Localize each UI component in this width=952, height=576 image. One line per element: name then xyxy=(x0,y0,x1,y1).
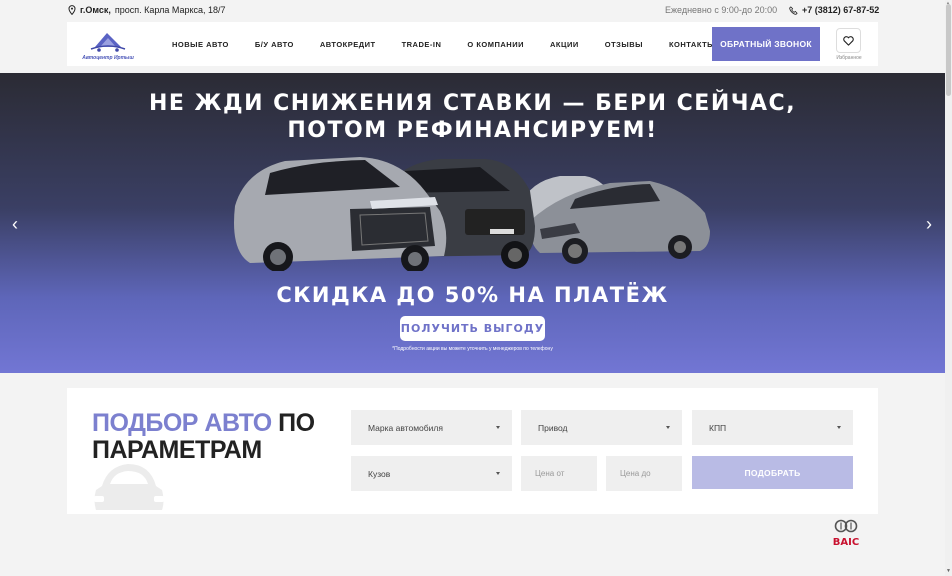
nav-trade-in[interactable]: TRADE-IN xyxy=(402,40,442,49)
address-city: г.Омск, xyxy=(80,5,111,15)
phone-icon xyxy=(789,5,798,15)
logo-emblem-icon xyxy=(90,33,126,52)
address: г.Омск, просп. Карла Маркса, 18/7 xyxy=(68,5,226,15)
nav-contacts[interactable]: КОНТАКТЫ xyxy=(669,40,715,49)
scrollbar-thumb[interactable] xyxy=(946,4,951,96)
chevron-down-icon xyxy=(496,471,500,475)
hero-disclaimer: *Подробности акции вы можете уточнить у … xyxy=(392,346,553,352)
price-to-placeholder: Цена до xyxy=(620,469,651,478)
car-silhouette-icon xyxy=(94,464,164,510)
hero-title-line1: НЕ ЖДИ СНИЖЕНИЯ СТАВКИ — БЕРИ СЕЙЧАС, xyxy=(148,91,797,116)
heart-icon xyxy=(843,35,854,46)
nav-used-cars[interactable]: Б/У АВТО xyxy=(255,40,294,49)
price-to-input[interactable]: Цена до xyxy=(606,456,682,491)
slider-next-arrow-icon[interactable]: › xyxy=(922,215,936,233)
top-info-bar: г.Омск, просп. Карла Маркса, 18/7 Ежедне… xyxy=(0,0,945,22)
filter-title: ПОДБОР АВТО ПО ПАРАМЕТРАМ xyxy=(92,410,315,464)
nav-new-cars[interactable]: НОВЫЕ АВТО xyxy=(172,40,229,49)
site-header: Автоцентр Иртыш НОВЫЕ АВТО Б/У АВТО АВТО… xyxy=(67,22,878,66)
chevron-down-icon xyxy=(496,425,500,429)
brand-logo-text: BAIC xyxy=(833,537,859,548)
location-pin-icon xyxy=(68,5,76,15)
get-benefit-button[interactable]: ПОЛУЧИТЬ ВЫГОДУ xyxy=(400,316,545,341)
chevron-down-icon xyxy=(666,425,670,429)
nav-reviews[interactable]: ОТЗЫВЫ xyxy=(605,40,643,49)
drive-select[interactable]: Привод xyxy=(521,410,682,445)
phone-link[interactable]: +7 (3812) 67-87-52 xyxy=(789,5,879,15)
search-submit-button[interactable]: ПОДОБРАТЬ xyxy=(692,456,853,489)
chevron-down-icon xyxy=(837,425,841,429)
hero-title: НЕ ЖДИ СНИЖЕНИЯ СТАВКИ — БЕРИ СЕЙЧАС, ПО… xyxy=(0,90,945,144)
filter-title-line2: ПАРАМЕТРАМ xyxy=(92,436,262,464)
site-logo[interactable]: Автоцентр Иртыш xyxy=(81,27,135,61)
brand-select-value: Марка автомобиля xyxy=(368,422,443,433)
callback-button[interactable]: ОБРАТНЫЙ ЗВОНОК xyxy=(712,27,820,61)
price-from-input[interactable]: Цена от xyxy=(521,456,597,491)
phone-number: +7 (3812) 67-87-52 xyxy=(802,5,880,15)
car-filter-panel: ПОДБОР АВТО ПО ПАРАМЕТРАМ Марка автомоби… xyxy=(67,388,878,514)
brand-select[interactable]: Марка автомобиля xyxy=(351,410,512,445)
gearbox-select-value: КПП xyxy=(709,422,727,433)
hero-banner: НЕ ЖДИ СНИЖЕНИЯ СТАВКИ — БЕРИ СЕЙЧАС, ПО… xyxy=(0,73,945,373)
scroll-down-icon[interactable]: ▼ xyxy=(946,568,951,574)
baic-logo-icon: BAIC xyxy=(833,519,859,548)
hero-title-line2: ПОТОМ РЕФИНАНСИРУЕМ! xyxy=(287,118,658,143)
brand-logo-baic[interactable]: BAIC xyxy=(828,518,864,548)
body-type-select-value: Кузов xyxy=(368,468,391,479)
working-hours: Ежедневно с 9:00-до 20:00 xyxy=(665,5,778,15)
nav-auto-credit[interactable]: АВТОКРЕДИТ xyxy=(320,40,376,49)
price-from-placeholder: Цена от xyxy=(535,469,565,478)
gearbox-select[interactable]: КПП xyxy=(692,410,853,445)
body-type-select[interactable]: Кузов xyxy=(351,456,512,491)
main-nav: НОВЫЕ АВТО Б/У АВТО АВТОКРЕДИТ TRADE-IN … xyxy=(172,40,715,49)
page-scrollbar[interactable]: ▲ ▼ xyxy=(945,0,952,576)
favorites-label: Избранное xyxy=(836,55,862,61)
filter-title-rest: ПО xyxy=(271,409,315,437)
nav-promotions[interactable]: АКЦИИ xyxy=(550,40,579,49)
filter-title-accent: ПОДБОР АВТО xyxy=(92,409,272,437)
hero-subtitle: СКИДКА ДО 50% НА ПЛАТЁЖ xyxy=(276,283,669,307)
nav-about[interactable]: О КОМПАНИИ xyxy=(467,40,524,49)
drive-select-value: Привод xyxy=(538,422,568,433)
address-street: просп. Карла Маркса, 18/7 xyxy=(114,5,226,15)
favorites-button[interactable] xyxy=(836,28,861,53)
hero-cars-image xyxy=(234,157,710,271)
slider-prev-arrow-icon[interactable]: ‹ xyxy=(8,215,22,233)
logo-text: Автоцентр Иртыш xyxy=(82,55,134,61)
